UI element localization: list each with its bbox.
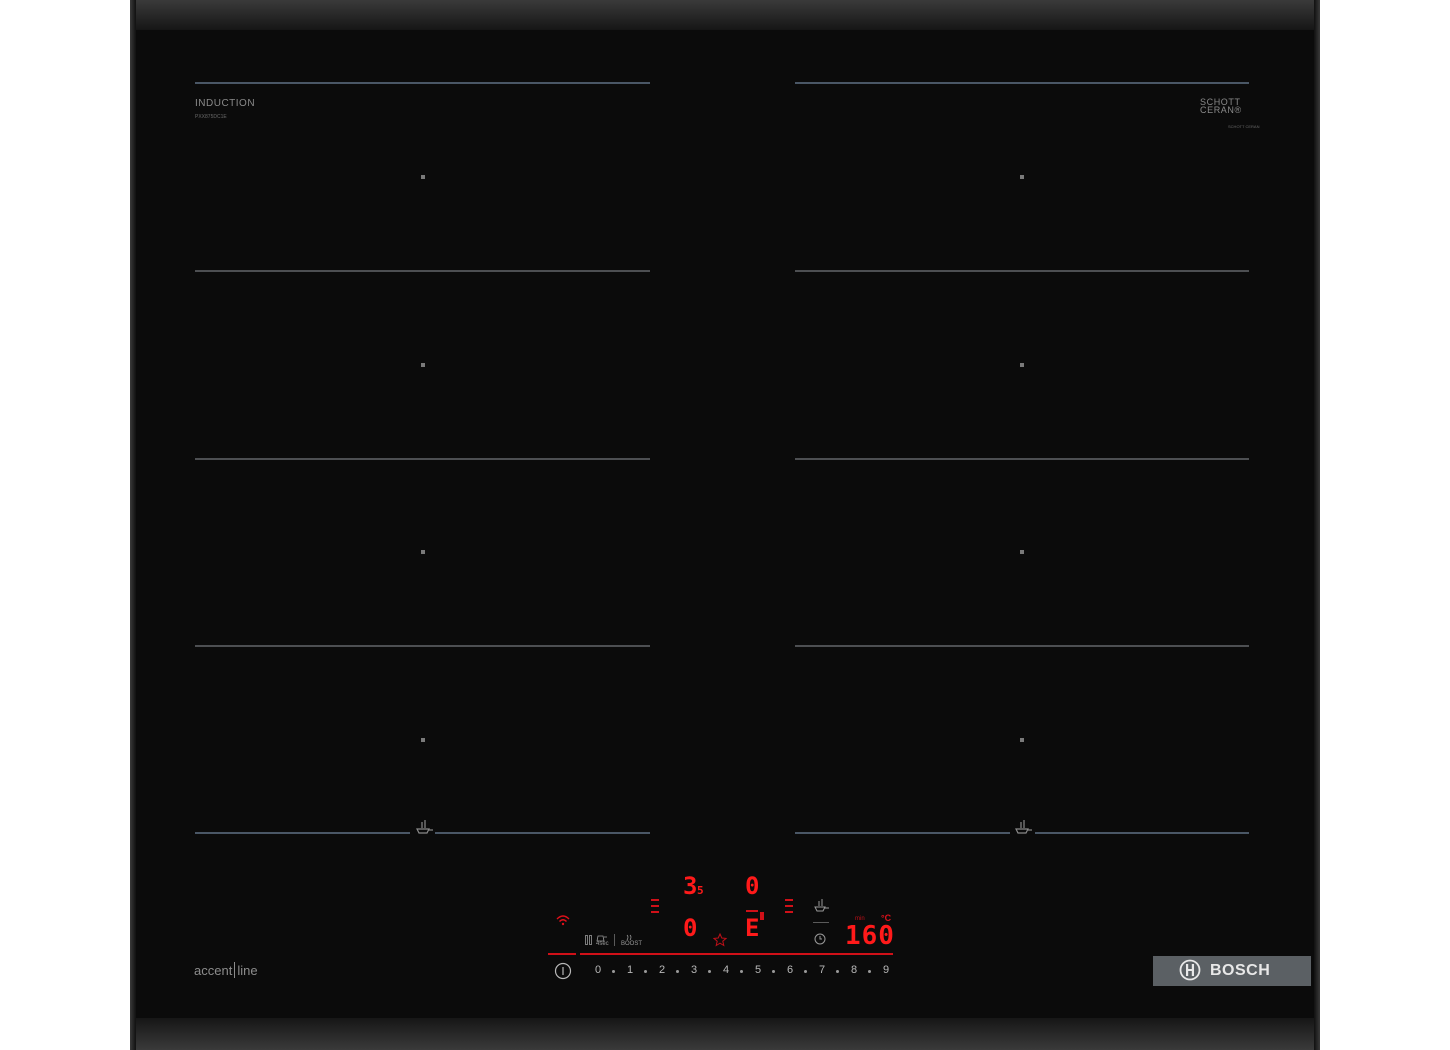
- power-level-8[interactable]: 8: [848, 964, 860, 976]
- control-bar-line: [580, 953, 893, 955]
- induction-label: INDUCTION: [195, 98, 256, 109]
- power-half-step-dot[interactable]: [612, 970, 615, 973]
- zone-line-right-5b: [1035, 832, 1249, 834]
- zone-marker-dot: [421, 550, 425, 554]
- frame-right: [1314, 0, 1320, 1050]
- power-level-1[interactable]: 1: [624, 964, 636, 976]
- accentline-logo: accent line: [194, 962, 258, 978]
- power-half-step-dot[interactable]: [804, 970, 807, 973]
- logo-divider: [234, 962, 236, 978]
- power-half-step-dot[interactable]: [868, 970, 871, 973]
- glass-surface: [136, 30, 1314, 1018]
- zone-line-right-3: [795, 458, 1249, 460]
- zone-marker-dot: [1020, 550, 1024, 554]
- zone-indicator: [651, 911, 659, 913]
- power-level-6[interactable]: 6: [784, 964, 796, 976]
- line-text: line: [237, 963, 258, 978]
- zone-line-left-4: [195, 645, 650, 647]
- clock-timer-icon[interactable]: [814, 933, 826, 945]
- frying-sensor-button-icon[interactable]: [813, 898, 831, 912]
- zone-line-left-3: [195, 458, 650, 460]
- zone-line-left-5b: [435, 832, 650, 834]
- zone-marker-dot: [421, 363, 425, 367]
- zone-line-left-2: [195, 270, 650, 272]
- zone-line-right-1: [795, 82, 1249, 84]
- wifi-active-bar: [548, 953, 576, 955]
- zone-display-bottom-right[interactable]: E: [745, 914, 759, 942]
- zone-indicator: [760, 912, 764, 920]
- divider: [614, 934, 615, 946]
- zone-display-top-right[interactable]: 0: [745, 872, 759, 900]
- frying-sensor-icon: [416, 820, 433, 834]
- sec-label: 4sec: [596, 941, 609, 947]
- zone-indicator: [785, 905, 793, 907]
- schott-ceran-logo: SCHOTT CERAN®: [1200, 98, 1252, 115]
- zone-indicator: [746, 910, 758, 912]
- power-half-step-dot[interactable]: [836, 970, 839, 973]
- lock-icon[interactable]: [585, 935, 593, 945]
- zone-marker-dot: [1020, 175, 1024, 179]
- power-half-step-dot[interactable]: [772, 970, 775, 973]
- divider: [813, 922, 829, 923]
- wifi-icon[interactable]: [556, 914, 570, 926]
- frame-bottom: [130, 1018, 1320, 1050]
- power-half-step-dot[interactable]: [708, 970, 711, 973]
- frame-left: [130, 0, 136, 1050]
- zone-line-left-5a: [195, 832, 410, 834]
- timer-display: 160: [845, 921, 895, 951]
- power-level-4[interactable]: 4: [720, 964, 732, 976]
- model-number: PXX875DC1E: [195, 114, 227, 120]
- power-half-step-dot[interactable]: [740, 970, 743, 973]
- boost-icon[interactable]: [625, 934, 633, 941]
- zone-marker-dot: [421, 175, 425, 179]
- power-button-icon[interactable]: [554, 962, 572, 980]
- bosch-logo-icon: [1179, 959, 1201, 981]
- power-level-7[interactable]: 7: [816, 964, 828, 976]
- power-level-0[interactable]: 0: [592, 964, 604, 976]
- boost-label: BOOST: [621, 941, 643, 947]
- power-level-5[interactable]: 5: [752, 964, 764, 976]
- zone-indicator: [785, 899, 793, 901]
- zone-indicator: [785, 911, 793, 913]
- zone-marker-dot: [421, 738, 425, 742]
- zone-display-top-left-sub: 5: [697, 884, 704, 897]
- frame-top: [130, 0, 1320, 30]
- zone-line-right-5a: [795, 832, 1010, 834]
- power-half-step-dot[interactable]: [644, 970, 647, 973]
- power-level-3[interactable]: 3: [688, 964, 700, 976]
- zone-line-right-4: [795, 645, 1249, 647]
- ceran-text: CERAN®: [1200, 105, 1242, 115]
- bosch-wordmark: BOSCH: [1210, 962, 1271, 979]
- zone-marker-dot: [1020, 363, 1024, 367]
- schott-small-text: SCHOTT CERAN: [1228, 124, 1260, 129]
- power-half-step-dot[interactable]: [676, 970, 679, 973]
- zone-line-right-2: [795, 270, 1249, 272]
- zone-display-bottom-left[interactable]: 0: [683, 914, 697, 942]
- zone-marker-dot: [1020, 738, 1024, 742]
- favorite-star-icon[interactable]: [713, 933, 727, 947]
- frying-sensor-icon: [1015, 820, 1032, 834]
- zone-line-left-1: [195, 82, 650, 84]
- accent-text: accent: [194, 963, 233, 978]
- power-level-9[interactable]: 9: [880, 964, 892, 976]
- power-level-2[interactable]: 2: [656, 964, 668, 976]
- zone-indicator: [651, 899, 659, 901]
- zone-indicator: [651, 905, 659, 907]
- zone-display-top-left[interactable]: 3: [683, 872, 697, 900]
